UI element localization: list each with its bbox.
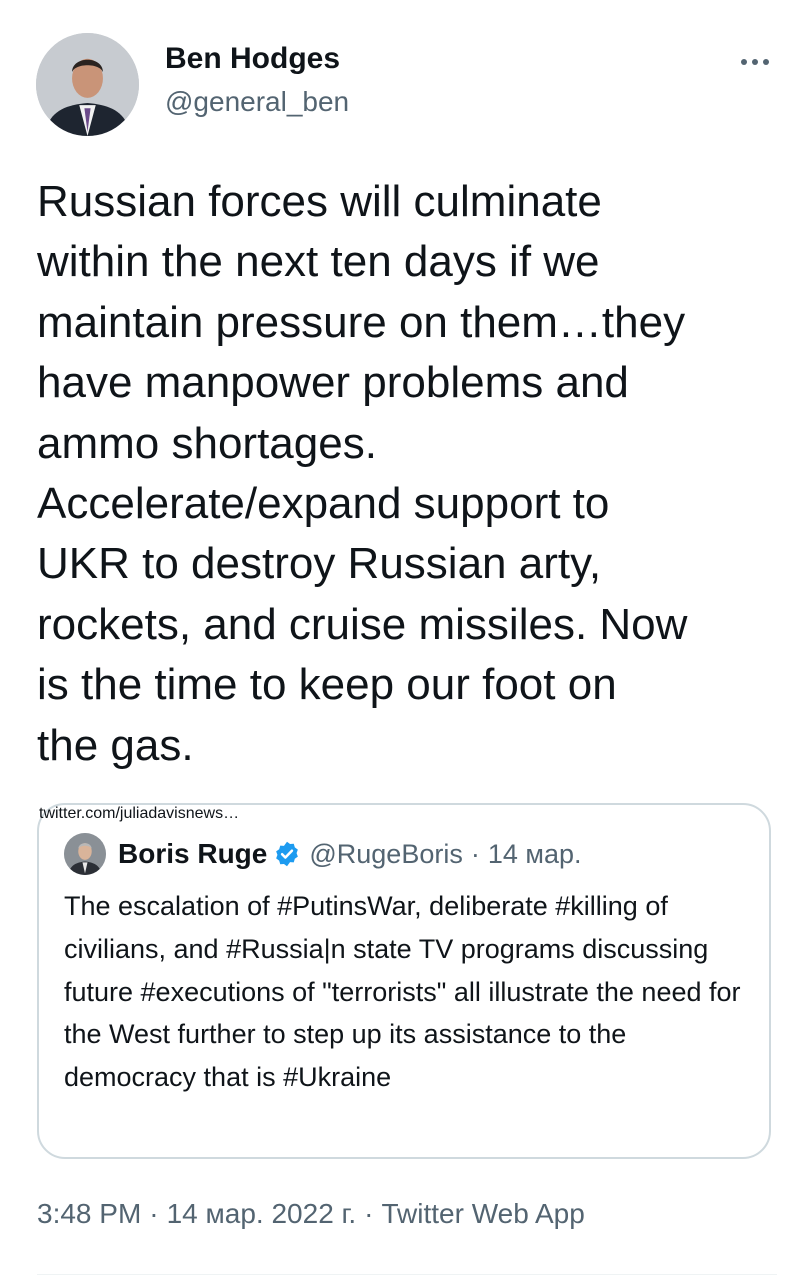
quoted-separator: · bbox=[470, 838, 480, 869]
meta-separator: · bbox=[364, 1198, 374, 1229]
quoted-date[interactable]: 14 мар. bbox=[488, 839, 582, 870]
tweet-time[interactable]: 3:48 PM bbox=[37, 1198, 141, 1229]
divider bbox=[37, 1274, 777, 1275]
ukraine-flag-icon bbox=[399, 1064, 437, 1090]
more-horizontal-icon bbox=[739, 59, 772, 65]
author-name[interactable]: Ben Hodges bbox=[165, 42, 340, 76]
quoted-tweet-text: The escalation of #PutinsWar, deliberate… bbox=[64, 885, 754, 1099]
tweet-meta: 3:48 PM · 14 мар. 2022 г. · Twitter Web App bbox=[37, 1198, 585, 1230]
quoted-author-handle[interactable]: @RugeBoris bbox=[309, 839, 462, 870]
quoted-body: The escalation of #PutinsWar, deliberate… bbox=[64, 891, 741, 1093]
tweet-text: Russian forces will culminate within the… bbox=[37, 177, 688, 770]
tweet-date[interactable]: 14 мар. 2022 г. bbox=[167, 1198, 357, 1229]
quoted-link[interactable]: twitter.com/juliadavisnews… bbox=[39, 805, 239, 822]
quoted-avatar-image bbox=[64, 833, 106, 875]
quoted-author-avatar bbox=[64, 833, 106, 875]
author-avatar-image bbox=[36, 33, 139, 136]
meta-separator: · bbox=[149, 1198, 159, 1229]
author-handle[interactable]: @general_ben bbox=[165, 86, 349, 118]
author-avatar[interactable] bbox=[36, 33, 139, 136]
verified-badge-icon bbox=[276, 841, 299, 867]
quoted-tweet[interactable]: Boris Ruge @RugeBoris · 14 мар. The esca… bbox=[37, 803, 771, 1159]
quoted-tweet-header: Boris Ruge @RugeBoris · 14 мар. bbox=[64, 833, 581, 875]
more-options-button[interactable] bbox=[733, 48, 777, 76]
tweet-source[interactable]: Twitter Web App bbox=[381, 1198, 584, 1229]
quoted-author-name[interactable]: Boris Ruge bbox=[118, 838, 267, 870]
